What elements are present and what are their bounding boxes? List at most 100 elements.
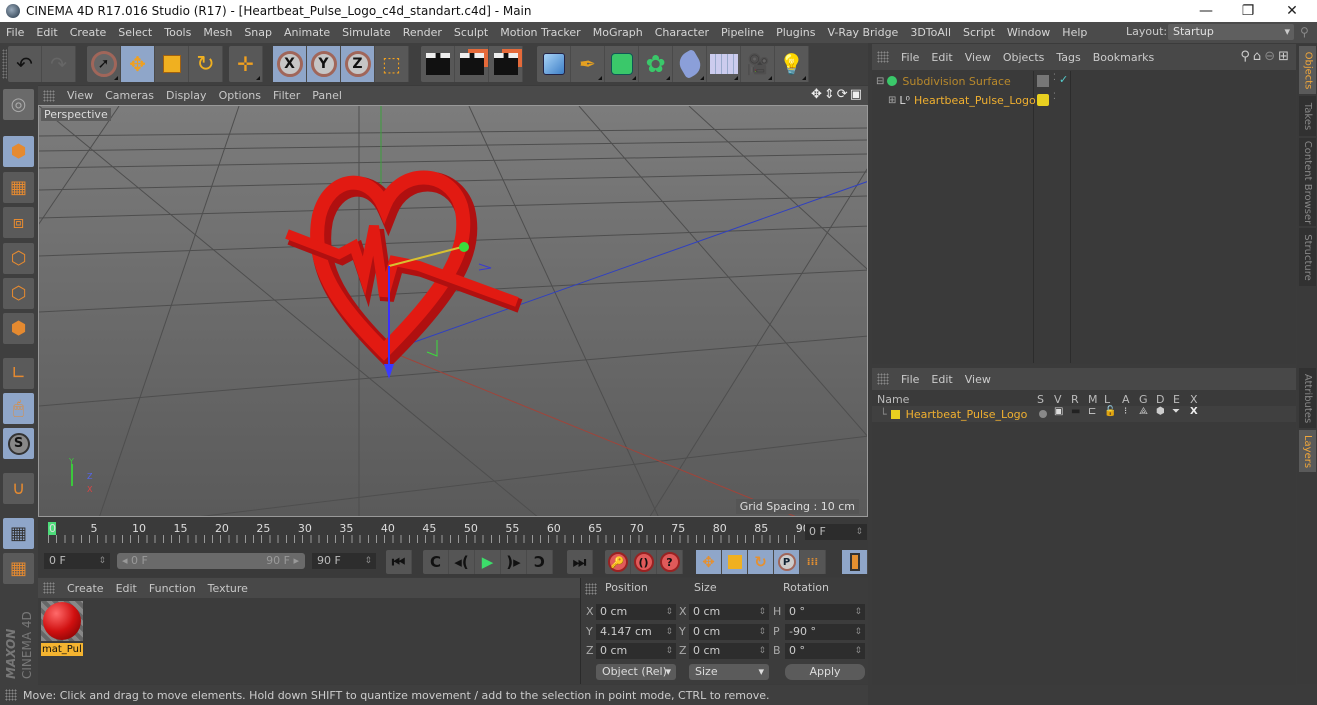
minimize-icon[interactable]: — [1184,0,1228,22]
menu-vray-bridge[interactable]: V-Ray Bridge [821,22,904,43]
col-generators[interactable]: G [1139,393,1148,406]
solo-icon[interactable]: S [3,428,34,459]
animation-toggle-icon[interactable]: ⁝ [1124,406,1127,417]
position-y-field[interactable]: 4.147 cm ⇕ [596,624,676,640]
obj-menu-edit[interactable]: Edit [925,51,958,64]
restore-icon[interactable]: ❐ [1226,0,1270,22]
layer-color-icon[interactable] [1037,94,1049,106]
size-z-field[interactable]: 0 cm ⇕ [689,643,769,659]
layer-menu-edit[interactable]: Edit [925,373,958,386]
keyframe-selection-icon[interactable]: ? [657,550,683,574]
record-active-objects-icon[interactable]: 🔑 [605,550,631,574]
menu-mesh[interactable]: Mesh [197,22,238,43]
layer-color-swatch[interactable] [890,409,900,419]
position-z-field[interactable]: 0 cm ⇕ [596,643,676,659]
scale-icon[interactable] [155,46,189,82]
go-to-end-icon[interactable]: ⏭ [567,550,593,574]
lock-toggle-icon[interactable]: 🔓 [1104,406,1116,417]
tweak-mode-icon[interactable]: 🖱 [3,393,34,424]
menu-select[interactable]: Select [112,22,158,43]
manager-toggle-icon[interactable]: ⊏ [1088,406,1096,417]
workplane-icon[interactable]: ⧈ [3,207,34,238]
enabled-check-icon[interactable]: ✓ [1059,73,1068,86]
end-frame-field[interactable]: 90 F ⇕ [312,553,376,569]
redo-icon[interactable]: ↷ [42,46,76,82]
menu-help[interactable]: Help [1056,22,1093,43]
tab-layers[interactable]: Layers [1299,430,1316,472]
material-grip[interactable] [43,582,55,594]
timeline-ruler[interactable]: 0 5 10 15 20 25 30 35 40 45 50 55 60 65 70 75 80 85 90 0 F… [38,517,868,547]
menu-simulate[interactable]: Simulate [336,22,397,43]
go-to-start-icon[interactable]: ⏮ [386,550,412,574]
material-name[interactable]: mat_Pul [41,643,83,656]
menu-mograph[interactable]: MoGraph [587,22,649,43]
menu-tools[interactable]: Tools [158,22,197,43]
snap-icon[interactable]: ∪ [3,473,34,504]
gizmo-handle[interactable] [459,242,469,252]
layer-grip[interactable] [877,373,889,385]
obj-menu-objects[interactable]: Objects [997,51,1051,64]
col-solo[interactable]: S [1037,393,1044,406]
material-menu-function[interactable]: Function [143,582,202,595]
menu-edit[interactable]: Edit [30,22,63,43]
dolly-icon[interactable]: ⇕ [824,87,837,102]
preview-range-slider[interactable]: ◂ 0 F 90 F ▸ [117,553,305,569]
key-parameter-icon[interactable]: P [774,550,800,574]
timeline-icon[interactable] [842,550,868,574]
bend-deformer-icon[interactable] [673,46,707,82]
next-frame-icon[interactable]: )▸ [501,550,527,574]
layer-row[interactable]: └ Heartbeat_Pulse_Logo ▣ ▬ ⊏ 🔓 ⁝ ⟁ ⬢ ⏷ X [872,406,1296,422]
material-menu-texture[interactable]: Texture [202,582,254,595]
size-x-field[interactable]: 0 cm ⇕ [689,604,769,620]
orbit-icon[interactable]: ⟳ [837,87,850,102]
tab-objects[interactable]: Objects [1299,46,1316,94]
planar-workplane-icon[interactable]: ▦ [3,553,34,584]
coords-grip[interactable] [585,583,597,595]
position-x-field[interactable]: 0 cm ⇕ [596,604,676,620]
viewport-menu-display[interactable]: Display [160,89,213,102]
undo-icon[interactable]: ↶ [8,46,42,82]
key-point-level-icon[interactable]: ⁞⁞⁞ [800,550,826,574]
col-render[interactable]: R [1071,393,1079,406]
cube-icon[interactable] [537,46,571,82]
editor-visibility-icon[interactable] [1037,75,1049,87]
next-key-icon[interactable]: Ↄ [527,550,553,574]
previous-frame-icon[interactable]: ◂( [449,550,475,574]
polygons-mode-icon[interactable]: ⬢ [3,313,34,344]
col-deformers[interactable]: D [1156,393,1164,406]
rotation-h-field[interactable]: 0 ° ⇕ [785,604,865,620]
link-icon[interactable]: ⊖ [1264,49,1278,64]
object-row-heartbeat-pulse-logo[interactable]: ⊞ L⁰ Heartbeat_Pulse_Logo ⁚ [872,91,1296,109]
cloner-icon[interactable]: ✿ [639,46,673,82]
rotation-b-field[interactable]: 0 ° ⇕ [785,643,865,659]
col-expressions[interactable]: E [1173,393,1180,406]
last-tool-icon[interactable]: ✛ [229,46,263,82]
toolbar-grip[interactable] [2,49,7,79]
menu-animate[interactable]: Animate [278,22,336,43]
maximize-icon[interactable]: ▣ [850,87,864,102]
points-mode-icon[interactable]: ⬡ [3,243,34,274]
light-icon[interactable]: 💡 [775,46,809,82]
rotate-icon[interactable]: ↻ [189,46,223,82]
menu-character[interactable]: Character [649,22,715,43]
key-scale-icon[interactable] [722,550,748,574]
current-frame-field[interactable]: 0 F ⇕ [805,524,867,540]
viewport-grip[interactable] [43,89,55,102]
viewport-menu-cameras[interactable]: Cameras [99,89,160,102]
menu-file[interactable]: File [0,22,30,43]
obj-menu-file[interactable]: File [895,51,925,64]
make-editable-icon[interactable]: ◎ [3,89,34,120]
col-name[interactable]: Name [877,393,909,406]
layout-dropdown[interactable]: Startup [1168,24,1294,40]
menu-snap[interactable]: Snap [238,22,278,43]
solo-toggle-icon[interactable] [1039,410,1047,418]
move-icon[interactable]: ✥ [121,46,155,82]
tab-takes[interactable]: Takes [1299,96,1316,136]
autokeying-icon[interactable]: () [631,550,657,574]
viewport-menu-panel[interactable]: Panel [306,89,348,102]
view-toggle-icon[interactable]: ▣ [1054,406,1063,417]
expand-icon[interactable]: ⊞ [888,95,896,106]
size-y-field[interactable]: 0 cm ⇕ [689,624,769,640]
expressions-toggle-icon[interactable]: ⏷ [1172,406,1180,417]
collapse-icon[interactable]: ⊟ [876,76,884,87]
